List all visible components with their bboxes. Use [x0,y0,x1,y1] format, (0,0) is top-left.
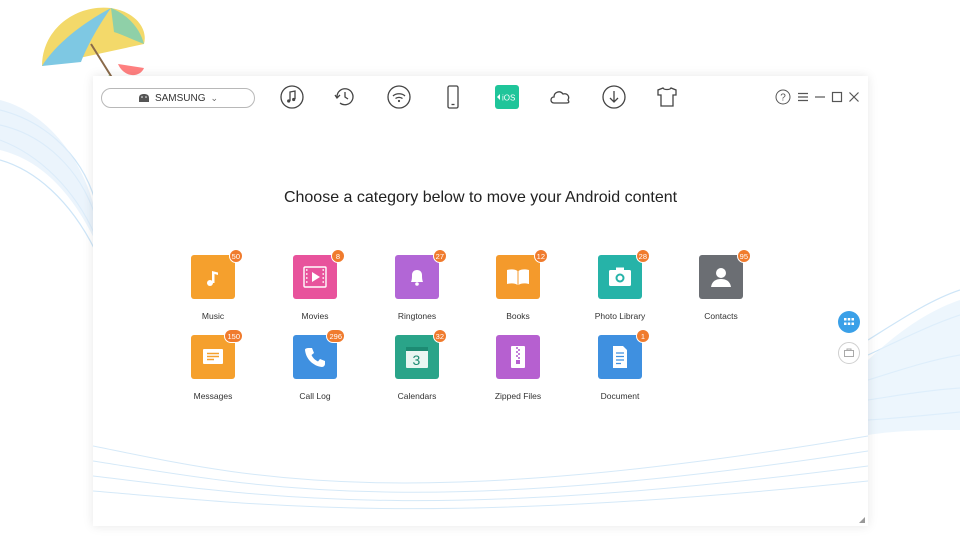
music-tool[interactable] [279,84,305,110]
grid-view-button[interactable] [838,311,860,333]
menu-button[interactable] [796,90,810,104]
bell-icon [411,270,423,286]
category-label: Movies [301,311,329,321]
category-label: Messages [193,391,233,401]
category-contacts[interactable]: 95 Contacts [676,249,766,321]
download-icon [602,85,626,109]
category-tile: 27 [395,249,447,299]
count-badge: 28 [635,249,650,263]
movie-icon [303,266,327,288]
history-tool[interactable] [332,84,358,110]
category-ringtones[interactable]: 27 Ringtones [372,249,462,321]
phone-tool[interactable] [440,84,466,110]
category-zipped-files[interactable]: Zipped Files [473,335,563,401]
help-icon: ? [775,89,791,105]
count-badge: 27 [432,249,447,263]
category-tile: 296 [293,329,345,379]
category-tile [496,335,540,379]
document-icon [613,346,627,368]
maximize-icon [831,91,843,103]
app-window: SAMSUNG ⌄ iOS ? Choose a category below … [93,76,868,526]
minimize-icon [815,96,825,98]
count-badge: 32 [432,329,447,343]
category-music[interactable]: 50 Music [168,249,258,321]
svg-text:?: ? [780,93,786,104]
ios-tool[interactable]: iOS [494,84,520,110]
resize-grip-icon[interactable] [859,517,865,523]
wifi-icon [387,85,411,109]
category-label: Music [201,311,225,321]
calendar-icon: 3 [406,347,428,368]
count-badge: 95 [736,249,751,263]
history-icon [334,88,354,106]
close-icon [849,92,859,102]
cloud-tool[interactable] [547,84,573,110]
device-name: SAMSUNG [154,92,206,104]
category-label: Ringtones [397,311,437,321]
wifi-tool[interactable] [386,84,412,110]
count-badge: 50 [228,249,243,263]
window-waves [93,435,868,510]
tshirt-icon [657,87,677,107]
minimize-button[interactable] [813,90,827,104]
category-tile: 3 32 [395,329,447,379]
count-badge: 8 [331,249,345,263]
phone-call-icon [305,348,325,367]
zip-icon [511,346,525,368]
category-label: Call Log [299,391,331,401]
toolbox-view-button[interactable] [838,342,860,364]
tshirt-tool[interactable] [654,84,680,110]
category-tile: 50 [191,249,243,299]
category-document[interactable]: 1 Document [575,329,665,401]
android-icon [138,94,149,102]
toolbox-icon [844,348,854,357]
camera-icon [609,267,631,286]
device-selector[interactable]: SAMSUNG ⌄ [101,88,255,108]
help-button[interactable]: ? [775,89,791,105]
phone-icon [447,85,459,109]
chevron-down-icon: ⌄ [210,92,219,103]
music-note-icon [280,85,304,109]
category-label: Zipped Files [494,391,542,401]
category-tile: 12 [496,249,548,299]
book-icon [507,269,529,285]
category-call-log[interactable]: 296 Call Log [270,329,360,401]
menu-icon [798,92,808,102]
count-badge: 12 [533,249,548,263]
count-badge: 296 [326,329,345,343]
category-tile: 8 [293,249,345,299]
ios-transfer-icon: iOS [495,85,519,109]
cloud-icon [550,91,570,104]
category-tile: 95 [699,249,751,299]
download-tool[interactable] [601,84,627,110]
message-icon [203,349,223,364]
person-icon [711,268,731,287]
count-badge: 1 [636,329,650,343]
ios-label: iOS [502,94,515,103]
category-books[interactable]: 12 Books [473,249,563,321]
close-button[interactable] [847,90,861,104]
page-heading: Choose a category below to move your And… [283,189,678,206]
category-label: Document [600,391,640,401]
category-label: Calendars [397,391,437,401]
category-calendars[interactable]: 3 32 Calendars [372,329,462,401]
category-label: Contacts [704,311,738,321]
maximize-button[interactable] [830,90,844,104]
category-tile: 1 [598,329,650,379]
category-photo-library[interactable]: 28 Photo Library [575,249,665,321]
music-icon [207,271,218,286]
category-label: Photo Library [594,311,646,321]
grid-icon [844,318,854,325]
category-movies[interactable]: 8 Movies [270,249,360,321]
category-tile: 28 [598,249,650,299]
calendar-day: 3 [413,352,421,368]
count-badge: 150 [224,329,243,343]
category-label: Books [506,311,530,321]
category-messages[interactable]: 150 Messages [168,329,258,401]
category-tile: 150 [191,329,243,379]
